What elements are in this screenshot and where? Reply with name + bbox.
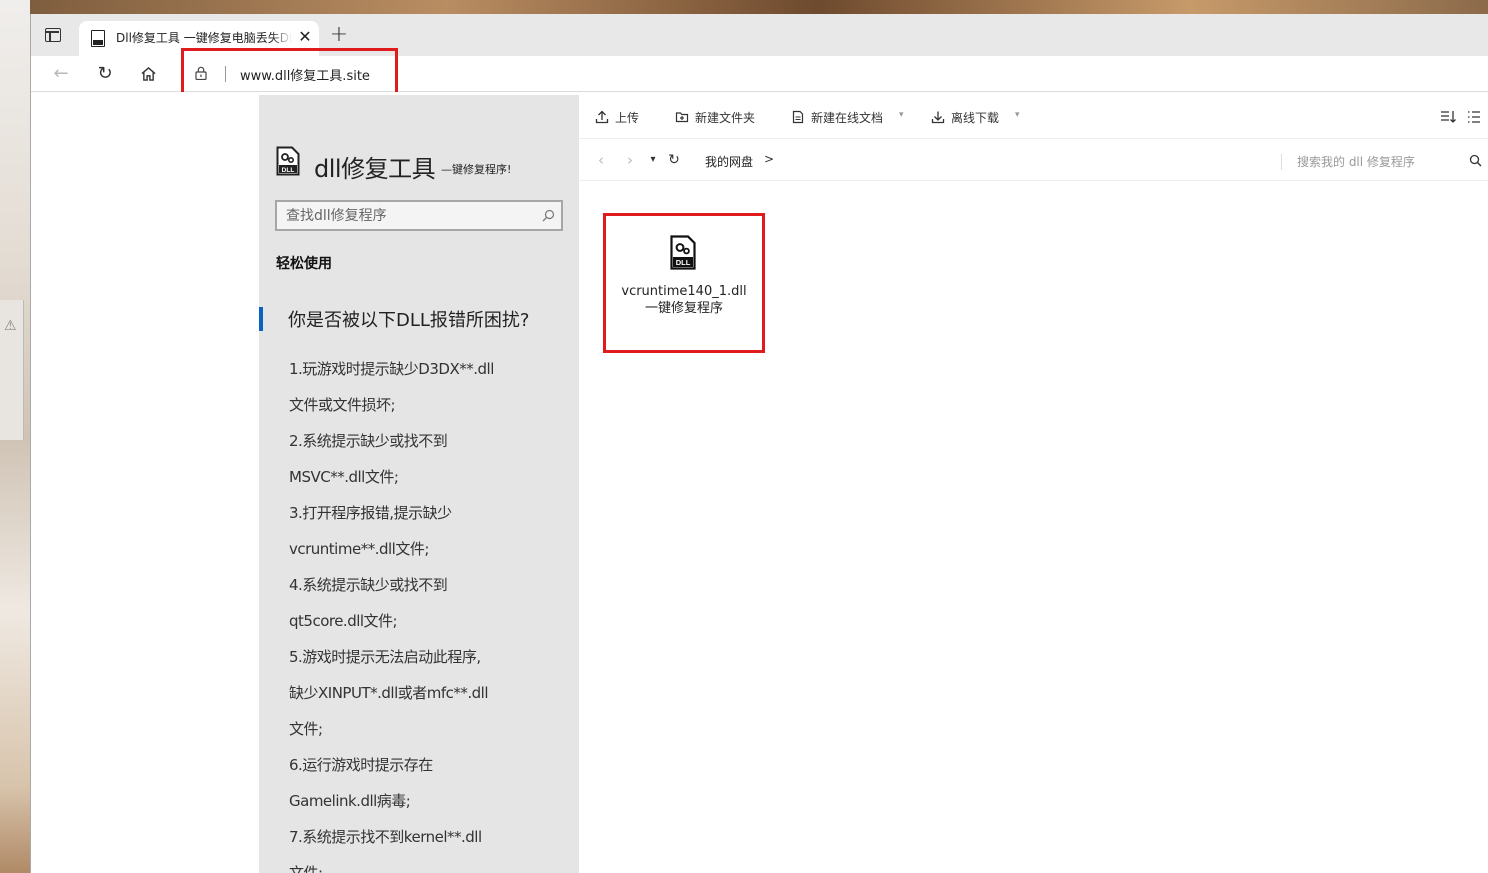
- history-dropdown-icon[interactable]: ▾: [645, 151, 661, 169]
- tab-actions-icon[interactable]: [45, 28, 61, 42]
- question-accent-bar: [259, 307, 263, 331]
- new-online-doc-label: 新建在线文档: [811, 111, 884, 125]
- refresh-button[interactable]: ↻: [91, 60, 119, 88]
- breadcrumb-separator: >: [764, 152, 775, 166]
- offline-download-dropdown-icon[interactable]: ▾: [1015, 110, 1020, 120]
- folder-plus-icon: [675, 112, 689, 123]
- upload-button[interactable]: 上传: [595, 109, 639, 127]
- download-icon: [931, 111, 945, 124]
- file-search-input[interactable]: [1297, 152, 1457, 172]
- file-manager: 上传 新建文件夹 新建在线文档 ▾ 离线下载 ▾ ‹ › ▾ ↻ 我的网盘 > …: [579, 95, 1488, 873]
- error-list-item: 1.玩游戏时提示缺少D3DX**.dll: [289, 360, 494, 378]
- new-folder-label: 新建文件夹: [695, 111, 756, 125]
- svg-text:DLL: DLL: [282, 167, 295, 174]
- browser-toolbar: ← ↻ www.dll修复工具.site: [31, 48, 1488, 96]
- file-name: vcruntime140_1.dll 一键修复程序: [606, 283, 762, 317]
- file-nav-bar: ‹ › ▾ ↻ 我的网盘 >: [579, 139, 1488, 181]
- desktop-wallpaper-top: [0, 0, 1488, 14]
- close-tab-icon[interactable]: ✕: [297, 27, 313, 47]
- search-separator: [1281, 154, 1282, 170]
- sidebar: DLL dll修复工具 —键修复程序! 轻松使用 你是否被以下DLL报错所困扰?…: [259, 95, 579, 873]
- upload-icon: [595, 110, 609, 124]
- file-toolbar: 上传 新建文件夹 新建在线文档 ▾ 离线下载 ▾: [579, 95, 1488, 139]
- file-name-line-1: vcruntime140_1.dll: [621, 284, 747, 299]
- site-tagline: —键修复程序!: [441, 163, 512, 176]
- new-folder-button[interactable]: 新建文件夹: [675, 109, 755, 127]
- error-list-item: 文件或文件损坏;: [289, 396, 396, 414]
- dll-file-icon: DLL: [276, 146, 300, 176]
- sidebar-search-box[interactable]: [275, 200, 563, 231]
- error-list-item: 缺少XINPUT*.dll或者mfc**.dll: [289, 684, 489, 702]
- error-list: 1.玩游戏时提示缺少D3DX**.dll 文件或文件损坏; 2.系统提示缺少或找不到…: [289, 351, 569, 873]
- fm-back-button[interactable]: ‹: [593, 151, 609, 169]
- new-online-doc-button[interactable]: 新建在线文档: [791, 109, 883, 127]
- sidebar-search-input[interactable]: [286, 206, 536, 226]
- offline-download-label: 离线下载: [951, 111, 1000, 125]
- new-doc-dropdown-icon[interactable]: ▾: [899, 110, 904, 120]
- error-list-item: 文件;: [289, 864, 323, 873]
- error-list-item: 4.系统提示缺少或找不到: [289, 576, 448, 594]
- fm-refresh-button[interactable]: ↻: [666, 151, 682, 169]
- dll-file-icon: DLL: [670, 235, 696, 270]
- search-icon[interactable]: [1469, 154, 1482, 167]
- document-icon: [792, 110, 804, 124]
- browser-window: Dll修复工具 一键修复电脑丢失DLL文件 ✕ + ← ↻ www.dll修复工…: [30, 14, 1488, 873]
- breadcrumb-my-drive[interactable]: 我的网盘: [705, 153, 753, 170]
- error-list-item: 文件;: [289, 720, 323, 738]
- search-icon[interactable]: [542, 209, 555, 222]
- list-view-icon[interactable]: [1465, 108, 1483, 126]
- file-item-vcruntime[interactable]: DLL vcruntime140_1.dll 一键修复程序: [603, 213, 765, 353]
- dll-file-icon: [91, 30, 105, 47]
- error-list-item: 7.系统提示找不到kernel**.dll: [289, 828, 482, 846]
- upload-label: 上传: [615, 111, 640, 125]
- address-highlight-box: [181, 48, 398, 96]
- error-list-item: 6.运行游戏时提示存在: [289, 756, 433, 774]
- section-label: 轻松使用: [276, 256, 332, 272]
- home-icon: [141, 67, 156, 81]
- file-name-line-2: 一键修复程序: [644, 301, 723, 316]
- error-list-item: 5.游戏时提示无法启动此程序,: [289, 648, 481, 666]
- home-button[interactable]: [135, 60, 163, 88]
- site-title: dll修复工具: [314, 155, 436, 183]
- back-button[interactable]: ←: [47, 60, 75, 88]
- web-page: DLL dll修复工具 —键修复程序! 轻松使用 你是否被以下DLL报错所困扰?…: [31, 92, 1488, 873]
- error-list-item: 3.打开程序报错,提示缺少: [289, 504, 452, 522]
- new-tab-button[interactable]: +: [327, 23, 351, 47]
- error-list-item: vcruntime**.dll文件;: [289, 540, 429, 558]
- error-list-item: qt5core.dll文件;: [289, 612, 398, 630]
- fm-forward-button[interactable]: ›: [622, 151, 638, 169]
- svg-text:DLL: DLL: [676, 258, 691, 267]
- sort-icon[interactable]: [1439, 108, 1457, 126]
- tab-title: Dll修复工具 一键修复电脑丢失DLL文件: [116, 31, 292, 45]
- warning-icon: ⚠: [4, 318, 17, 334]
- error-list-item: Gamelink.dll病毒;: [289, 792, 411, 810]
- error-list-item: MSVC**.dll文件;: [289, 468, 399, 486]
- error-list-item: 2.系统提示缺少或找不到: [289, 432, 448, 450]
- background-window-edge: ⚠: [0, 300, 24, 440]
- offline-download-button[interactable]: 离线下载: [931, 109, 999, 127]
- question-heading: 你是否被以下DLL报错所困扰?: [288, 310, 530, 331]
